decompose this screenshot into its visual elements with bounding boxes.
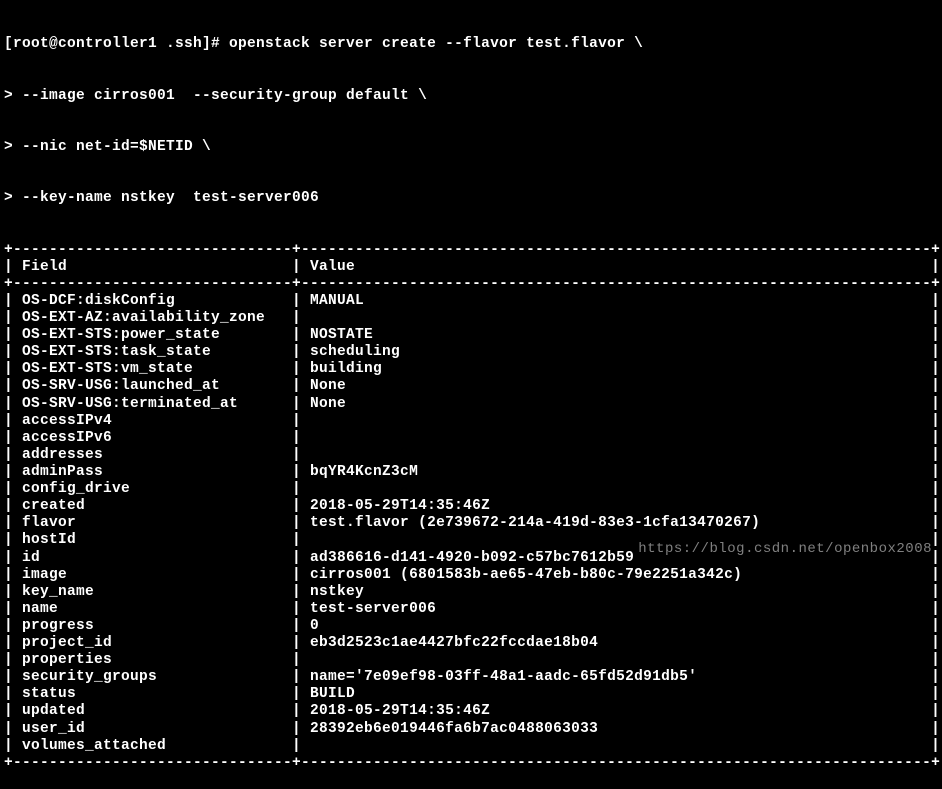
output-table: +-------------------------------+-------…: [4, 242, 938, 772]
table-row: | addresses | |: [4, 447, 938, 464]
table-row: | flavor | test.flavor (2e739672-214a-41…: [4, 515, 938, 532]
command-line-2: > --image cirros001 --security-group def…: [4, 88, 938, 105]
table-row: | created | 2018-05-29T14:35:46Z |: [4, 498, 938, 515]
table-row: | config_drive | |: [4, 481, 938, 498]
table-row: | updated | 2018-05-29T14:35:46Z |: [4, 703, 938, 720]
table-row: | adminPass | bqYR4KcnZ3cM |: [4, 464, 938, 481]
table-row: +-------------------------------+-------…: [4, 242, 938, 259]
table-row: | properties | |: [4, 652, 938, 669]
table-row: | OS-DCF:diskConfig | MANUAL |: [4, 293, 938, 310]
table-row: | OS-SRV-USG:launched_at | None |: [4, 378, 938, 395]
table-row: +-------------------------------+-------…: [4, 276, 938, 293]
table-row: | volumes_attached | |: [4, 738, 938, 755]
terminal-output: [root@controller1 .ssh]# openstack serve…: [4, 2, 938, 789]
table-row: | status | BUILD |: [4, 686, 938, 703]
table-row: | accessIPv4 | |: [4, 413, 938, 430]
table-row: | OS-EXT-STS:power_state | NOSTATE |: [4, 327, 938, 344]
table-row: | OS-EXT-STS:vm_state | building |: [4, 361, 938, 378]
table-row: | OS-EXT-AZ:availability_zone | |: [4, 310, 938, 327]
table-row: | accessIPv6 | |: [4, 430, 938, 447]
table-row: | key_name | nstkey |: [4, 584, 938, 601]
command-line-1: [root@controller1 .ssh]# openstack serve…: [4, 36, 938, 53]
table-row: | progress | 0 |: [4, 618, 938, 635]
watermark-text: https://blog.csdn.net/openbox2008: [638, 541, 932, 558]
table-row: +-------------------------------+-------…: [4, 755, 938, 772]
table-row: | project_id | eb3d2523c1ae4427bfc22fccd…: [4, 635, 938, 652]
command-line-3: > --nic net-id=$NETID \: [4, 139, 938, 156]
table-row: | image | cirros001 (6801583b-ae65-47eb-…: [4, 567, 938, 584]
table-row: | name | test-server006 |: [4, 601, 938, 618]
table-row: | Field | Value |: [4, 259, 938, 276]
table-row: | OS-SRV-USG:terminated_at | None |: [4, 396, 938, 413]
table-row: | security_groups | name='7e09ef98-03ff-…: [4, 669, 938, 686]
command-line-4: > --key-name nstkey test-server006: [4, 190, 938, 207]
table-row: | OS-EXT-STS:task_state | scheduling |: [4, 344, 938, 361]
table-row: | user_id | 28392eb6e019446fa6b7ac048806…: [4, 721, 938, 738]
